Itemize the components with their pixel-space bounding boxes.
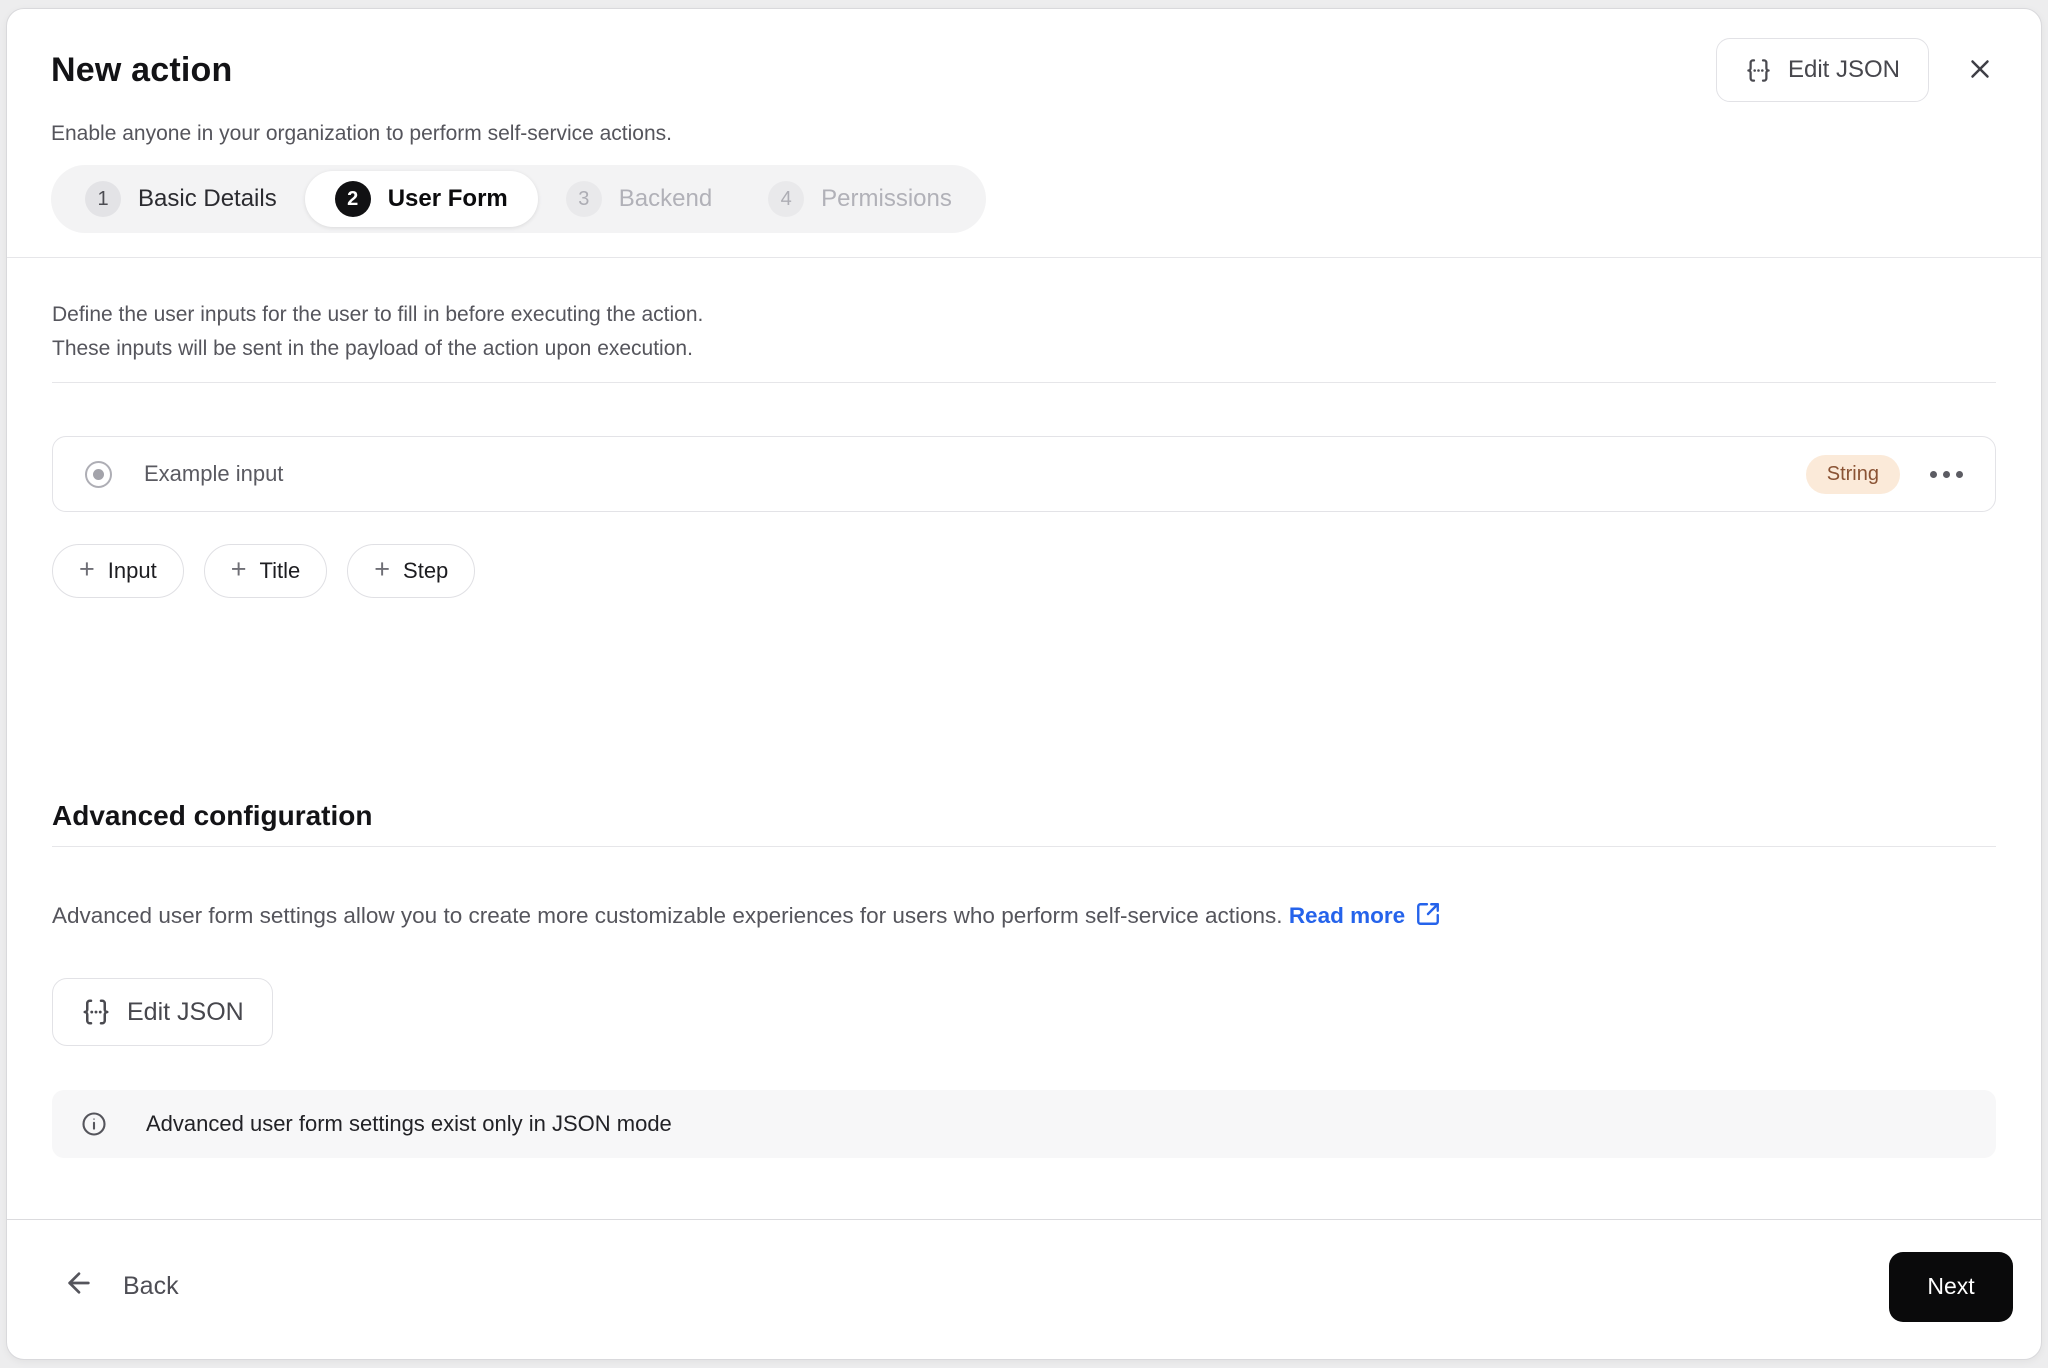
type-badge: String (1805, 454, 1900, 494)
advanced-description: Advanced user form settings allow you to… (52, 899, 1996, 933)
step-label: Permissions (821, 185, 952, 212)
plus-icon: + (79, 554, 95, 584)
add-buttons-row: + Input + Title + Step (52, 544, 1996, 598)
more-options-button[interactable] (1926, 463, 1967, 486)
form-description: Define the user inputs for the user to f… (52, 298, 1996, 366)
json-braces-icon (81, 997, 111, 1027)
close-button[interactable] (1959, 48, 2001, 93)
external-link-icon (1417, 903, 1440, 925)
plus-icon: + (374, 554, 391, 584)
add-input-button[interactable]: + Input (52, 544, 184, 598)
read-more-link[interactable]: Read more (1289, 903, 1441, 928)
stepper: 1 Basic Details 2 User Form 3 Backend 4 … (51, 165, 986, 233)
add-step-label: Step (403, 558, 449, 583)
step-number: 3 (565, 181, 602, 217)
step-label: User Form (387, 185, 508, 212)
info-icon (82, 1112, 106, 1136)
json-braces-icon (1745, 57, 1772, 84)
step-permissions[interactable]: 4 Permissions (740, 171, 980, 227)
step-user-form[interactable]: 2 User Form (304, 171, 538, 227)
input-row-label: Example input (144, 461, 284, 486)
section-divider (52, 382, 1996, 383)
add-title-button[interactable]: + Title (203, 544, 328, 598)
radio-icon (85, 460, 112, 488)
edit-json-button-advanced[interactable]: Edit JSON (52, 978, 273, 1046)
form-description-line2: These inputs will be sent in the payload… (52, 337, 693, 360)
step-basic-details[interactable]: 1 Basic Details (57, 171, 305, 227)
step-number: 2 (334, 181, 371, 217)
modal-body: Define the user inputs for the user to f… (7, 258, 2041, 1219)
add-step-button[interactable]: + Step (347, 544, 476, 598)
edit-json-label: Edit JSON (127, 997, 244, 1026)
modal-subtitle: Enable anyone in your organization to pe… (51, 122, 672, 145)
step-number: 1 (85, 181, 121, 217)
step-backend[interactable]: 3 Backend (538, 171, 740, 227)
ellipsis-icon (1930, 470, 1937, 478)
add-title-label: Title (259, 558, 301, 583)
back-button[interactable]: Back (63, 1267, 179, 1306)
info-banner: Advanced user form settings exist only i… (52, 1090, 1996, 1158)
edit-json-button-top[interactable]: Edit JSON (1715, 38, 1929, 102)
modal-footer: Back Next (7, 1219, 2041, 1359)
plus-icon: + (230, 554, 247, 584)
form-input-row[interactable]: Example input String (52, 436, 1996, 512)
step-number: 4 (768, 181, 805, 217)
back-label: Back (123, 1272, 179, 1300)
edit-json-label: Edit JSON (1787, 56, 1900, 83)
close-icon (1965, 54, 1995, 87)
add-input-label: Input (107, 558, 157, 583)
advanced-description-text: Advanced user form settings allow you to… (52, 903, 1283, 928)
advanced-configuration-heading: Advanced configuration (52, 800, 373, 831)
form-description-line1: Define the user inputs for the user to f… (52, 303, 704, 326)
info-banner-text: Advanced user form settings exist only i… (146, 1111, 672, 1136)
modal-header: New action Edit JSON Enable anyone in yo… (7, 9, 2041, 258)
advanced-divider (52, 846, 1996, 847)
next-button[interactable]: Next (1889, 1251, 2013, 1322)
new-action-modal: New action Edit JSON Enable anyone in yo… (6, 8, 2042, 1360)
arrow-left-icon (63, 1267, 95, 1306)
page-title: New action (51, 50, 233, 89)
step-label: Backend (618, 185, 713, 212)
step-label: Basic Details (138, 185, 277, 212)
